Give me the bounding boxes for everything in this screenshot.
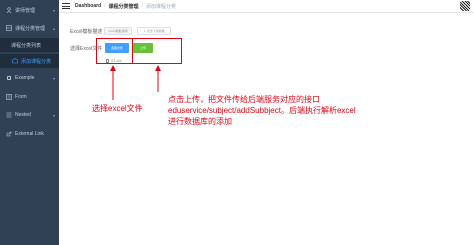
annotation-line-3: 进行数据库的添加 [168,117,232,126]
annotation-line-2: eduservice/subject/addSubbject。后端执行解析exc… [168,106,356,115]
annotation-line-1: 点击上传，把文件传给后端服务对应的接口 [168,95,320,104]
annotation-upload-explain: 点击上传，把文件传给后端服务对应的接口 eduservice/subject/a… [168,94,356,127]
annotation-select-file: 选择excel文件 [92,104,143,113]
